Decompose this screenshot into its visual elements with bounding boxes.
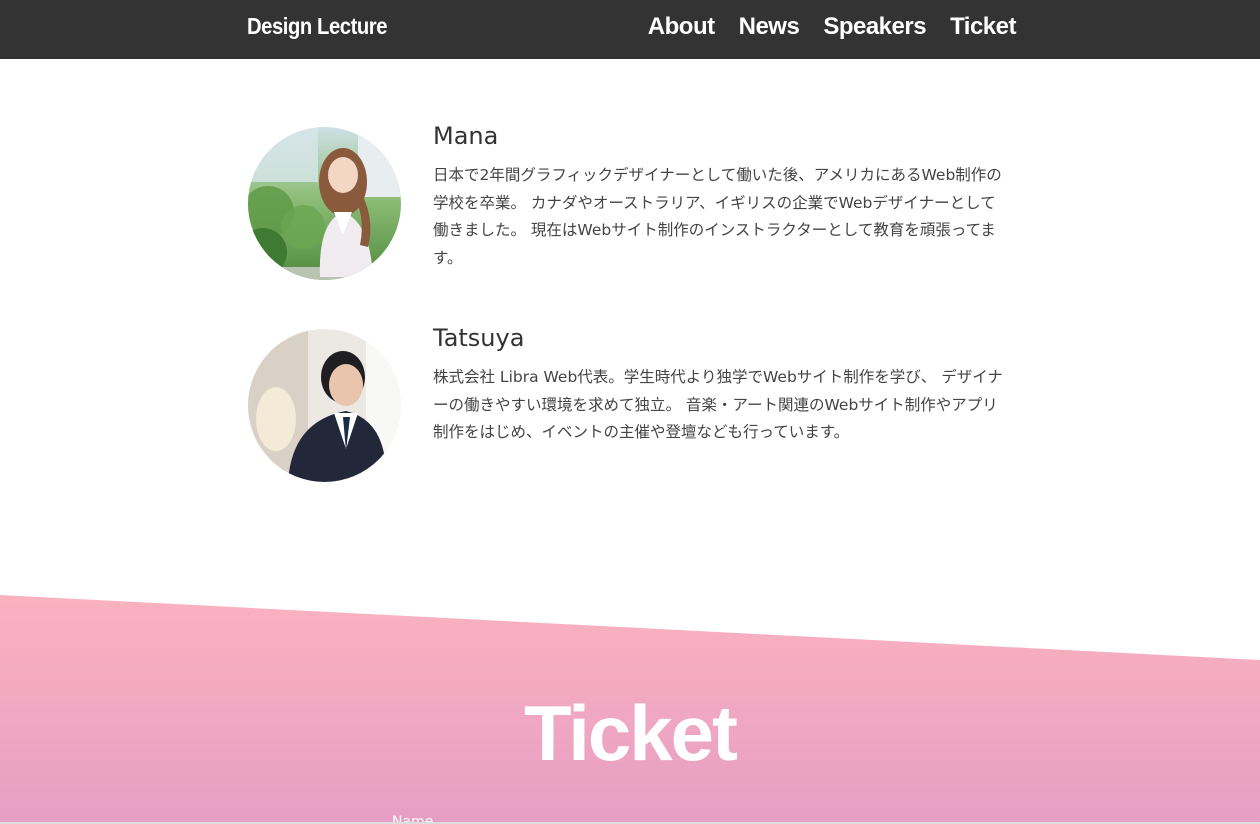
speaker-bio: 株式会社 Libra Web代表。学生時代より独学でWebサイト制作を学び、 デ… xyxy=(433,368,1003,441)
speaker-name: Tatsuya xyxy=(433,324,525,352)
site-logo[interactable]: Design Lecture xyxy=(247,13,387,40)
ticket-section: Ticket Name xyxy=(0,590,1260,824)
speaker-card: Tatsuya 株式会社 Libra Web代表。学生時代より独学でWebサイト… xyxy=(248,324,1008,489)
speaker-bio: 日本で2年間グラフィックデザイナーとして働いた後、アメリカにあるWeb制作の学校… xyxy=(433,166,1002,267)
nav-news[interactable]: News xyxy=(739,13,800,41)
main-nav: About News Speakers Ticket xyxy=(648,13,1017,41)
nav-ticket[interactable]: Ticket xyxy=(950,13,1016,41)
nav-about[interactable]: About xyxy=(648,13,715,41)
speaker-card: Mana 日本で2年間グラフィックデザイナーとして働いた後、アメリカにあるWeb… xyxy=(248,122,1008,287)
speaker-photo-mana xyxy=(248,127,401,280)
speaker-name: Mana xyxy=(433,122,499,150)
nav-speakers[interactable]: Speakers xyxy=(823,13,926,41)
speaker-photo-tatsuya xyxy=(248,329,401,482)
ticket-heading: Ticket xyxy=(523,689,738,777)
site-header: Design Lecture About News Speakers Ticke… xyxy=(0,0,1260,59)
